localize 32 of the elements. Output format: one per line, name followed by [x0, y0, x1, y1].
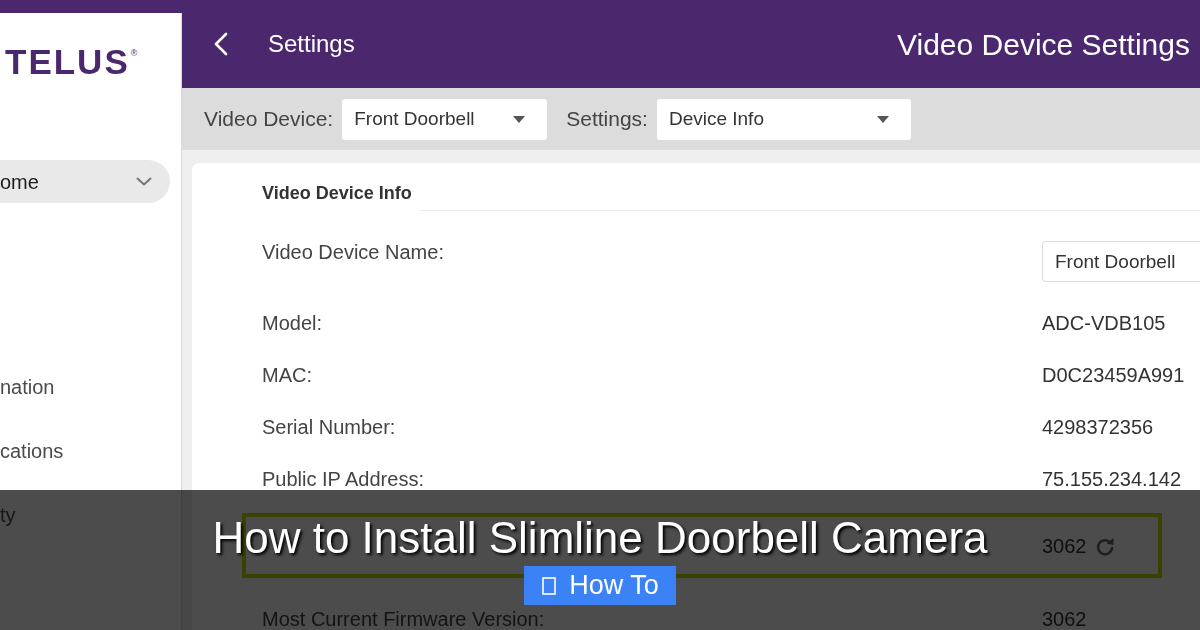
dropdown[interactable]: Front Doorbell — [342, 98, 548, 140]
section-heading: Video Device Info — [262, 182, 412, 204]
field-label: Most Current Firmware Version: — [262, 608, 546, 630]
field-value: D0C23459A991 — [1042, 364, 1186, 386]
category-badge[interactable]: How To — [524, 566, 676, 605]
caret-icon — [513, 115, 526, 123]
registered-mark: ® — [130, 47, 138, 59]
name-input[interactable]: Front Doorbell — [1042, 241, 1200, 282]
article-title: How to Install Slimline Doorbell Camera — [212, 513, 988, 563]
field-value: 75.155.234.142 — [1042, 468, 1183, 490]
back-icon[interactable] — [214, 32, 228, 56]
sidebar-item[interactable]: nation — [0, 365, 170, 408]
sidebar-item[interactable]: ome — [0, 160, 170, 203]
field-label: Video Device Name: — [262, 241, 445, 263]
field-label: Public IP Address: — [262, 468, 425, 490]
field-label: Serial Number: — [262, 416, 397, 438]
field-label: Video Device: — [204, 106, 334, 133]
field-value: 3062 — [1042, 608, 1088, 630]
field-label: Settings: — [566, 106, 648, 133]
field-value: ADC-VDB105 — [1042, 312, 1167, 334]
page-title: Video Device Settings — [897, 26, 1190, 63]
caret-icon — [876, 115, 889, 123]
square-icon — [542, 576, 557, 595]
sidebar-item[interactable]: cations — [0, 429, 170, 472]
field-value: 4298372356 — [1042, 416, 1155, 438]
logo: TELUS — [5, 43, 130, 81]
header-title: Settings — [268, 29, 355, 59]
field-label: MAC: — [262, 364, 313, 386]
chevron-down-icon — [136, 177, 152, 186]
field-label: Model: — [262, 312, 324, 334]
dropdown[interactable]: Device Info — [656, 98, 911, 140]
field-value: 3062 — [1042, 534, 1087, 557]
